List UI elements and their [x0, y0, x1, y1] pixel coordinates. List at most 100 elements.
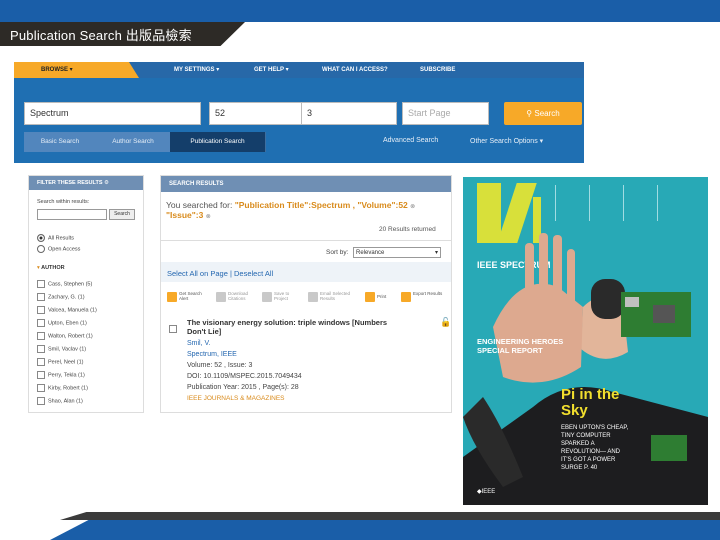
author-filter-label: Zachary, G. (1) — [48, 294, 85, 301]
author-filter-item[interactable]: Perry, Tekla (1) — [37, 371, 85, 379]
author-filter-item[interactable]: Kirby, Robert (1) — [37, 384, 88, 392]
author-filter-item[interactable]: Smil, Vaclav (1) — [37, 345, 86, 353]
nav-subscribe[interactable]: SUBSCRIBE — [420, 62, 455, 78]
tab-author-search[interactable]: Author Search — [96, 132, 171, 152]
tab-publication-search[interactable]: Publication Search — [170, 132, 266, 152]
result-author[interactable]: Smil, V. — [187, 340, 210, 347]
results-panel: SEARCH RESULTS You searched for: "Public… — [160, 175, 452, 413]
issue-input[interactable]: 3 — [301, 102, 397, 125]
result-checkbox[interactable] — [169, 320, 180, 338]
xplore-header: BROWSE ▾ MY SETTINGS ▾ GET HELP ▾ WHAT C… — [14, 62, 584, 163]
chevron-down-icon: ▾ — [539, 138, 544, 145]
other-search-options-label: Other Search Options — [470, 138, 538, 145]
cover-footer-label: IEEE — [481, 489, 496, 495]
slide-bottom-stripe — [60, 512, 720, 520]
publication-title-input[interactable]: Spectrum — [24, 102, 201, 125]
searched-for-label: You searched for: — [166, 200, 233, 210]
chevron-down-icon: ▾ — [285, 67, 289, 73]
magazine-cover: IEEE SPECTRUM ENGINEERING HEROES SPECIAL… — [463, 177, 708, 505]
radio-label: Open Access — [48, 246, 81, 253]
author-filter-item[interactable]: Valcea, Manuela (1) — [37, 306, 97, 314]
filter-panel: FILTER THESE RESULTS ⚙ Search within res… — [28, 175, 144, 413]
checkbox-icon — [37, 319, 45, 327]
slide-title: Publication Search 出版品檢索 — [10, 28, 192, 43]
radio-open-access[interactable]: Open Access — [37, 245, 80, 253]
search-button-label: Search — [534, 109, 560, 118]
search-within-input[interactable] — [37, 209, 107, 220]
radio-all-results[interactable]: All Results — [37, 234, 74, 242]
top-navigation: BROWSE ▾ MY SETTINGS ▾ GET HELP ▾ WHAT C… — [14, 62, 584, 78]
close-icon[interactable]: ⊗ — [410, 204, 415, 210]
results-count: 20 Results returned — [379, 226, 436, 233]
action-print[interactable]: Print — [377, 294, 386, 299]
search-query-summary: You searched for: "Publication Title":Sp… — [166, 200, 450, 220]
sort-select[interactable]: Relevance ▾ — [353, 247, 441, 258]
author-filter-item[interactable]: Shao, Alan (1) — [37, 397, 83, 405]
save-icon[interactable] — [262, 292, 272, 302]
nav-get-help[interactable]: GET HELP ▾ — [254, 62, 289, 78]
author-filter-label: Shao, Alan (1) — [48, 398, 83, 405]
print-icon[interactable] — [365, 292, 375, 302]
divider — [161, 240, 451, 241]
search-within-label: Search within results: — [37, 199, 90, 205]
filter-header-label: FILTER THESE RESULTS — [37, 180, 103, 186]
tab-basic-search[interactable]: Basic Search — [24, 132, 97, 152]
nav-get-help-label: GET HELP — [254, 67, 284, 73]
alert-icon[interactable] — [167, 292, 177, 302]
select-all-link[interactable]: Select All on Page | Deselect All — [167, 269, 273, 278]
radio-icon — [37, 234, 45, 242]
checkbox-icon — [37, 371, 45, 379]
action-save-to-project[interactable]: Save to Project — [274, 291, 302, 301]
checkbox-icon — [37, 397, 45, 405]
checkbox-icon — [37, 358, 45, 366]
action-export-results[interactable]: Export Results — [413, 291, 443, 296]
close-icon[interactable]: ⊗ — [206, 214, 211, 220]
author-filter-item[interactable]: Walton, Robert (1) — [37, 332, 93, 340]
nav-my-settings[interactable]: MY SETTINGS ▾ — [174, 62, 219, 78]
export-icon[interactable] — [401, 292, 411, 302]
unlock-icon: 🔓 — [440, 317, 452, 327]
result-title[interactable]: The visionary energy solution: triple wi… — [187, 318, 397, 336]
advanced-search-link[interactable]: Advanced Search — [383, 137, 438, 144]
nav-my-settings-label: MY SETTINGS — [174, 67, 215, 73]
other-search-options-link[interactable]: Other Search Options ▾ — [470, 137, 543, 145]
action-download-citations[interactable]: Download Citations — [228, 291, 260, 301]
author-filter-label: Cass, Stephen (5) — [48, 281, 93, 288]
checkbox-icon — [37, 332, 45, 340]
result-source: IEEE JOURNALS & MAGAZINES — [187, 395, 285, 402]
cover-feature: ENGINEERING HEROES SPECIAL REPORT — [477, 337, 564, 355]
checkbox-icon — [37, 280, 45, 288]
author-filter-label: Perry, Tekla (1) — [48, 372, 85, 379]
author-filter-item[interactable]: Cass, Stephen (5) — [37, 280, 92, 288]
filter-header: FILTER THESE RESULTS ⚙ — [29, 176, 143, 190]
radio-icon — [37, 245, 45, 253]
slide-top-bar — [0, 0, 720, 22]
author-filter-label: Kirby, Robert (1) — [48, 385, 88, 392]
author-filter-item[interactable]: Upton, Eben (1) — [37, 319, 87, 327]
author-filter-item[interactable]: Zachary, G. (1) — [37, 293, 85, 301]
start-page-input[interactable]: Start Page — [402, 102, 489, 125]
query-issue: "Issue":3 — [166, 210, 204, 220]
action-get-search-alert[interactable]: Get Search Alert — [179, 291, 207, 301]
nav-what-can-i-access[interactable]: WHAT CAN I ACCESS? — [322, 62, 388, 78]
cover-subhead: EBEN UPTON'S CHEAP, TINY COMPUTER SPARKE… — [561, 425, 629, 471]
author-filter-label: Upton, Eben (1) — [48, 320, 87, 327]
result-publication[interactable]: Spectrum, IEEE — [187, 351, 237, 358]
query-text: "Publication Title":Spectrum , "Volume":… — [234, 200, 408, 210]
action-email-selected[interactable]: Email Selected Results — [320, 291, 354, 301]
author-filter-label: Smil, Vaclav (1) — [48, 346, 87, 353]
search-within-button[interactable]: Search — [109, 209, 135, 220]
download-icon[interactable] — [216, 292, 226, 302]
search-button[interactable]: ⚲ Search — [504, 102, 582, 125]
checkbox-icon — [37, 293, 45, 301]
author-header[interactable]: ▾ AUTHOR — [37, 265, 65, 271]
checkbox-icon — [37, 306, 45, 314]
author-filter-label: Perel, Neel (1) — [48, 359, 84, 366]
results-header: SEARCH RESULTS — [161, 176, 451, 192]
author-filter-item[interactable]: Perel, Neel (1) — [37, 358, 83, 366]
search-icon: ⚲ — [526, 109, 533, 118]
author-filter-label: Valcea, Manuela (1) — [48, 307, 97, 314]
nav-browse[interactable]: BROWSE ▾ — [14, 62, 139, 78]
settings-icon: ⚙ — [104, 180, 109, 186]
email-icon[interactable] — [308, 292, 318, 302]
